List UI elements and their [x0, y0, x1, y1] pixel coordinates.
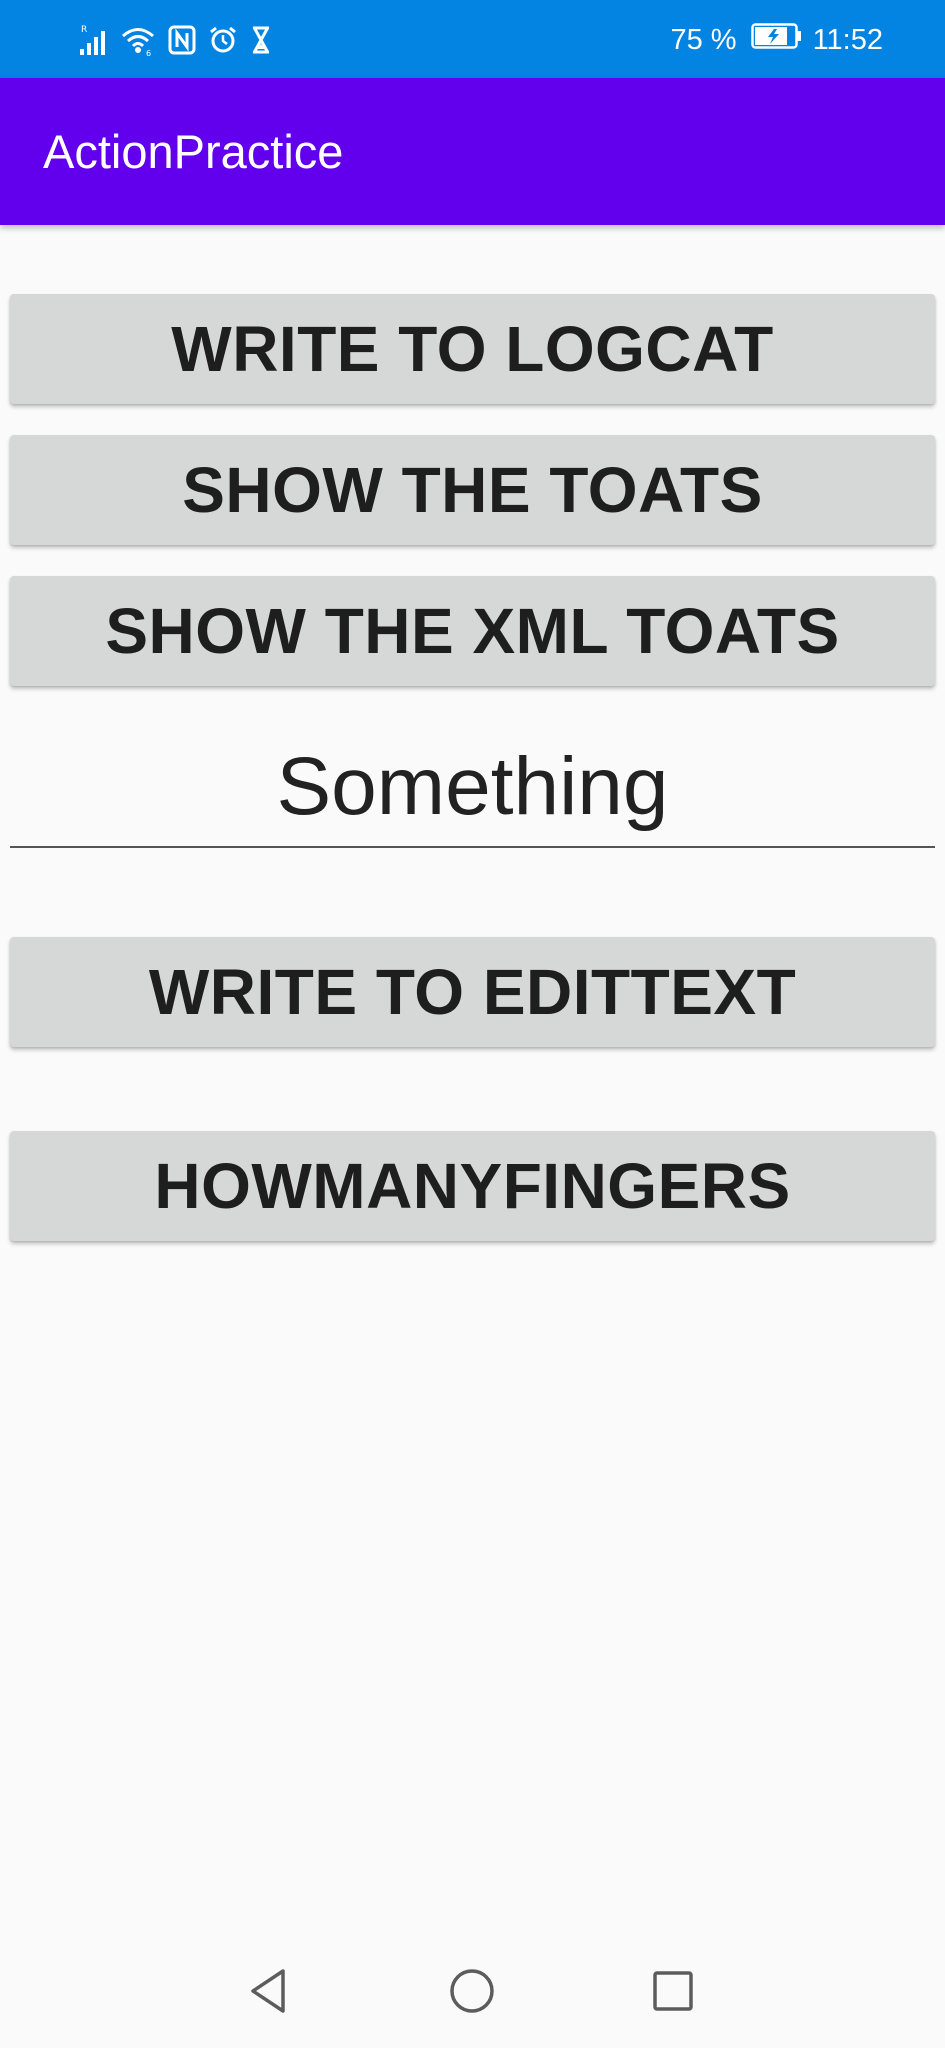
alarm-icon [208, 25, 238, 55]
home-icon[interactable] [444, 1963, 500, 2019]
status-icons-right: 75 % 11:52 [670, 20, 883, 60]
how-many-fingers-button[interactable]: HOWMANYFINGERS [10, 1131, 935, 1241]
battery-charging-icon [750, 23, 803, 57]
recents-icon[interactable] [645, 1963, 701, 2019]
status-bar: R 6 75 % 11:52 [0, 0, 945, 78]
write-to-logcat-button[interactable]: WRITE TO LOGCAT [10, 294, 935, 404]
svg-text:R: R [81, 25, 87, 35]
nfc-icon [168, 25, 196, 55]
navigation-bar [0, 1934, 945, 2048]
back-icon[interactable] [243, 1963, 299, 2019]
hourglass-icon [250, 25, 272, 55]
write-to-edittext-button[interactable]: WRITE TO EDITTEXT [10, 937, 935, 1047]
clock-time: 11:52 [812, 23, 883, 56]
wifi-icon: 6 [120, 23, 156, 57]
app-bar: ActionPractice [0, 78, 945, 225]
text-edit-field[interactable]: Something [10, 728, 935, 848]
show-toast-button[interactable]: SHOW THE TOATS [10, 435, 935, 545]
svg-text:6: 6 [146, 49, 151, 57]
app-title: ActionPractice [43, 125, 344, 178]
show-xml-toast-button[interactable]: SHOW THE XML TOATS [10, 576, 935, 686]
battery-percent: 75 % [670, 23, 737, 56]
status-icons-left: R 6 [78, 20, 272, 60]
signal-icon: R [78, 23, 108, 57]
